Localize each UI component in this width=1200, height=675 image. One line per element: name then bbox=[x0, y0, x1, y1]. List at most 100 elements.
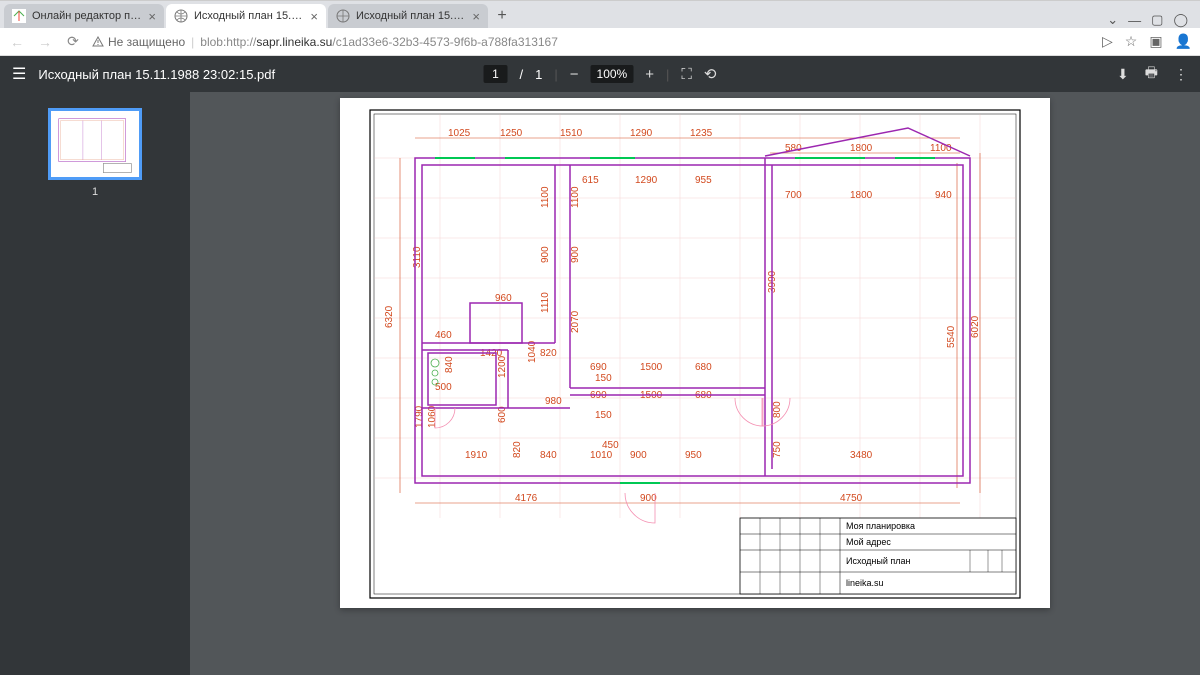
profile-icon[interactable]: ◯ bbox=[1173, 12, 1188, 28]
browser-tab-2[interactable]: Исходный план 15.11.1988 × bbox=[166, 4, 326, 28]
svg-text:1010: 1010 bbox=[590, 450, 613, 461]
url-text: blob:http://sapr.lineika.su/c1ad33e6-32b… bbox=[200, 35, 558, 49]
svg-text:Исходный план: Исходный план bbox=[846, 556, 911, 566]
svg-text:lineika.su: lineika.su bbox=[846, 578, 884, 588]
svg-text:1100: 1100 bbox=[570, 186, 581, 208]
svg-text:900: 900 bbox=[630, 450, 647, 461]
svg-text:3480: 3480 bbox=[850, 450, 873, 461]
warning-icon bbox=[92, 36, 104, 48]
svg-text:1250: 1250 bbox=[500, 128, 523, 139]
favicon-globe bbox=[174, 9, 188, 23]
forward-button[interactable]: → bbox=[36, 34, 54, 50]
browser-tab-1[interactable]: Онлайн редактор планиро × bbox=[4, 4, 164, 28]
floor-plan-drawing: 1025 1250 1510 1290 1235 580 1800 1100 6… bbox=[340, 98, 1050, 608]
svg-text:1290: 1290 bbox=[635, 175, 658, 186]
new-tab-button[interactable]: + bbox=[490, 4, 514, 28]
svg-text:1910: 1910 bbox=[465, 450, 488, 461]
svg-text:150: 150 bbox=[595, 373, 612, 384]
pdf-page: 1025 1250 1510 1290 1235 580 1800 1100 6… bbox=[340, 98, 1050, 608]
favicon-globe bbox=[336, 9, 350, 23]
svg-text:1510: 1510 bbox=[560, 128, 583, 139]
send-icon[interactable]: ▷ bbox=[1102, 33, 1113, 50]
svg-text:2070: 2070 bbox=[570, 310, 581, 333]
chevron-down-icon[interactable]: ⌄ bbox=[1107, 12, 1118, 28]
download-icon[interactable]: ⬇ bbox=[1117, 66, 1129, 83]
svg-text:1200: 1200 bbox=[497, 355, 508, 378]
svg-text:150: 150 bbox=[595, 410, 612, 421]
svg-text:950: 950 bbox=[685, 450, 702, 461]
svg-text:4176: 4176 bbox=[515, 493, 538, 504]
security-text: Не защищено bbox=[108, 35, 185, 49]
svg-text:980: 980 bbox=[545, 396, 562, 407]
zoom-in-button[interactable]: + bbox=[645, 66, 654, 83]
bookmark-icon[interactable]: ☆ bbox=[1125, 33, 1138, 50]
zoom-out-button[interactable]: − bbox=[570, 66, 579, 83]
fit-page-button[interactable]: ⛶ bbox=[681, 66, 692, 83]
svg-text:6020: 6020 bbox=[970, 315, 981, 338]
rotate-button[interactable]: ⟲ bbox=[704, 65, 717, 83]
svg-text:460: 460 bbox=[435, 330, 452, 341]
svg-text:940: 940 bbox=[935, 190, 952, 201]
close-icon[interactable]: × bbox=[472, 9, 480, 24]
svg-text:900: 900 bbox=[570, 246, 581, 263]
browser-tab-3[interactable]: Исходный план 15.11.1988 × bbox=[328, 4, 488, 28]
browser-tab-strip: Онлайн редактор планиро × Исходный план … bbox=[0, 0, 1200, 28]
svg-text:1290: 1290 bbox=[630, 128, 653, 139]
close-icon[interactable]: × bbox=[310, 9, 318, 24]
more-icon[interactable]: ⋮ bbox=[1174, 66, 1188, 83]
pdf-toolbar-center: 1 / 1 | − 100% + | ⛶ ⟲ bbox=[484, 65, 717, 83]
svg-text:700: 700 bbox=[785, 190, 802, 201]
pdf-content: 1 bbox=[0, 92, 1200, 675]
svg-text:1025: 1025 bbox=[448, 128, 471, 139]
svg-text:900: 900 bbox=[640, 493, 657, 504]
svg-text:1110: 1110 bbox=[540, 292, 551, 313]
svg-text:1800: 1800 bbox=[850, 190, 873, 201]
page-viewport[interactable]: 1025 1250 1510 1290 1235 580 1800 1100 6… bbox=[190, 92, 1200, 675]
reload-button[interactable]: ⟳ bbox=[64, 33, 82, 50]
url-bar: ← → ⟳ Не защищено | blob:http://sapr.lin… bbox=[0, 28, 1200, 56]
svg-text:900: 900 bbox=[540, 246, 551, 263]
svg-text:840: 840 bbox=[444, 356, 455, 373]
svg-text:750: 750 bbox=[772, 441, 783, 458]
svg-text:1100: 1100 bbox=[930, 143, 952, 154]
svg-text:1500: 1500 bbox=[640, 362, 663, 373]
pdf-filename: Исходный план 15.11.1988 23:02:15.pdf bbox=[38, 67, 275, 82]
page-thumbnail-1[interactable] bbox=[48, 108, 142, 180]
window-controls: ⌄ ― ▢ ◯ bbox=[1107, 12, 1196, 28]
svg-text:6320: 6320 bbox=[384, 305, 395, 328]
svg-text:Моя планировка: Моя планировка bbox=[846, 521, 915, 531]
url-actions: ▷ ☆ ▣ 👤 bbox=[1102, 33, 1192, 50]
security-badge: Не защищено bbox=[92, 35, 185, 49]
back-button[interactable]: ← bbox=[8, 34, 26, 50]
svg-text:1800: 1800 bbox=[850, 143, 873, 154]
tab-title: Исходный план 15.11.1988 bbox=[194, 10, 304, 22]
svg-text:Мой адрес: Мой адрес bbox=[846, 537, 891, 547]
thumbnail-label: 1 bbox=[0, 186, 190, 198]
thumbnail-sidebar: 1 bbox=[0, 92, 190, 675]
tab-title: Исходный план 15.11.1988 bbox=[356, 10, 466, 22]
page-separator: / bbox=[520, 67, 524, 82]
extensions-icon[interactable]: ▣ bbox=[1149, 33, 1162, 50]
svg-text:800: 800 bbox=[772, 401, 783, 418]
svg-text:955: 955 bbox=[695, 175, 712, 186]
svg-text:820: 820 bbox=[512, 441, 523, 458]
minimize-icon[interactable]: ― bbox=[1128, 13, 1141, 28]
svg-text:4750: 4750 bbox=[840, 493, 863, 504]
profile-icon[interactable]: 👤 bbox=[1175, 33, 1192, 50]
svg-text:5540: 5540 bbox=[946, 325, 957, 348]
svg-text:680: 680 bbox=[695, 362, 712, 373]
restore-icon[interactable]: ▢ bbox=[1151, 12, 1163, 28]
total-pages: 1 bbox=[535, 67, 542, 82]
zoom-level[interactable]: 100% bbox=[591, 65, 634, 83]
print-icon[interactable]: 🖶 bbox=[1145, 62, 1158, 86]
menu-icon[interactable]: ☰ bbox=[12, 64, 26, 84]
pdf-toolbar: ☰ Исходный план 15.11.1988 23:02:15.pdf … bbox=[0, 56, 1200, 92]
url-field[interactable]: Не защищено | blob:http://sapr.lineika.s… bbox=[92, 35, 558, 49]
tab-title: Онлайн редактор планиро bbox=[32, 10, 142, 22]
svg-text:1235: 1235 bbox=[690, 128, 713, 139]
current-page-input[interactable]: 1 bbox=[484, 65, 508, 83]
svg-text:840: 840 bbox=[540, 450, 557, 461]
svg-text:690: 690 bbox=[590, 362, 607, 373]
svg-text:615: 615 bbox=[582, 175, 599, 186]
close-icon[interactable]: × bbox=[148, 9, 156, 24]
